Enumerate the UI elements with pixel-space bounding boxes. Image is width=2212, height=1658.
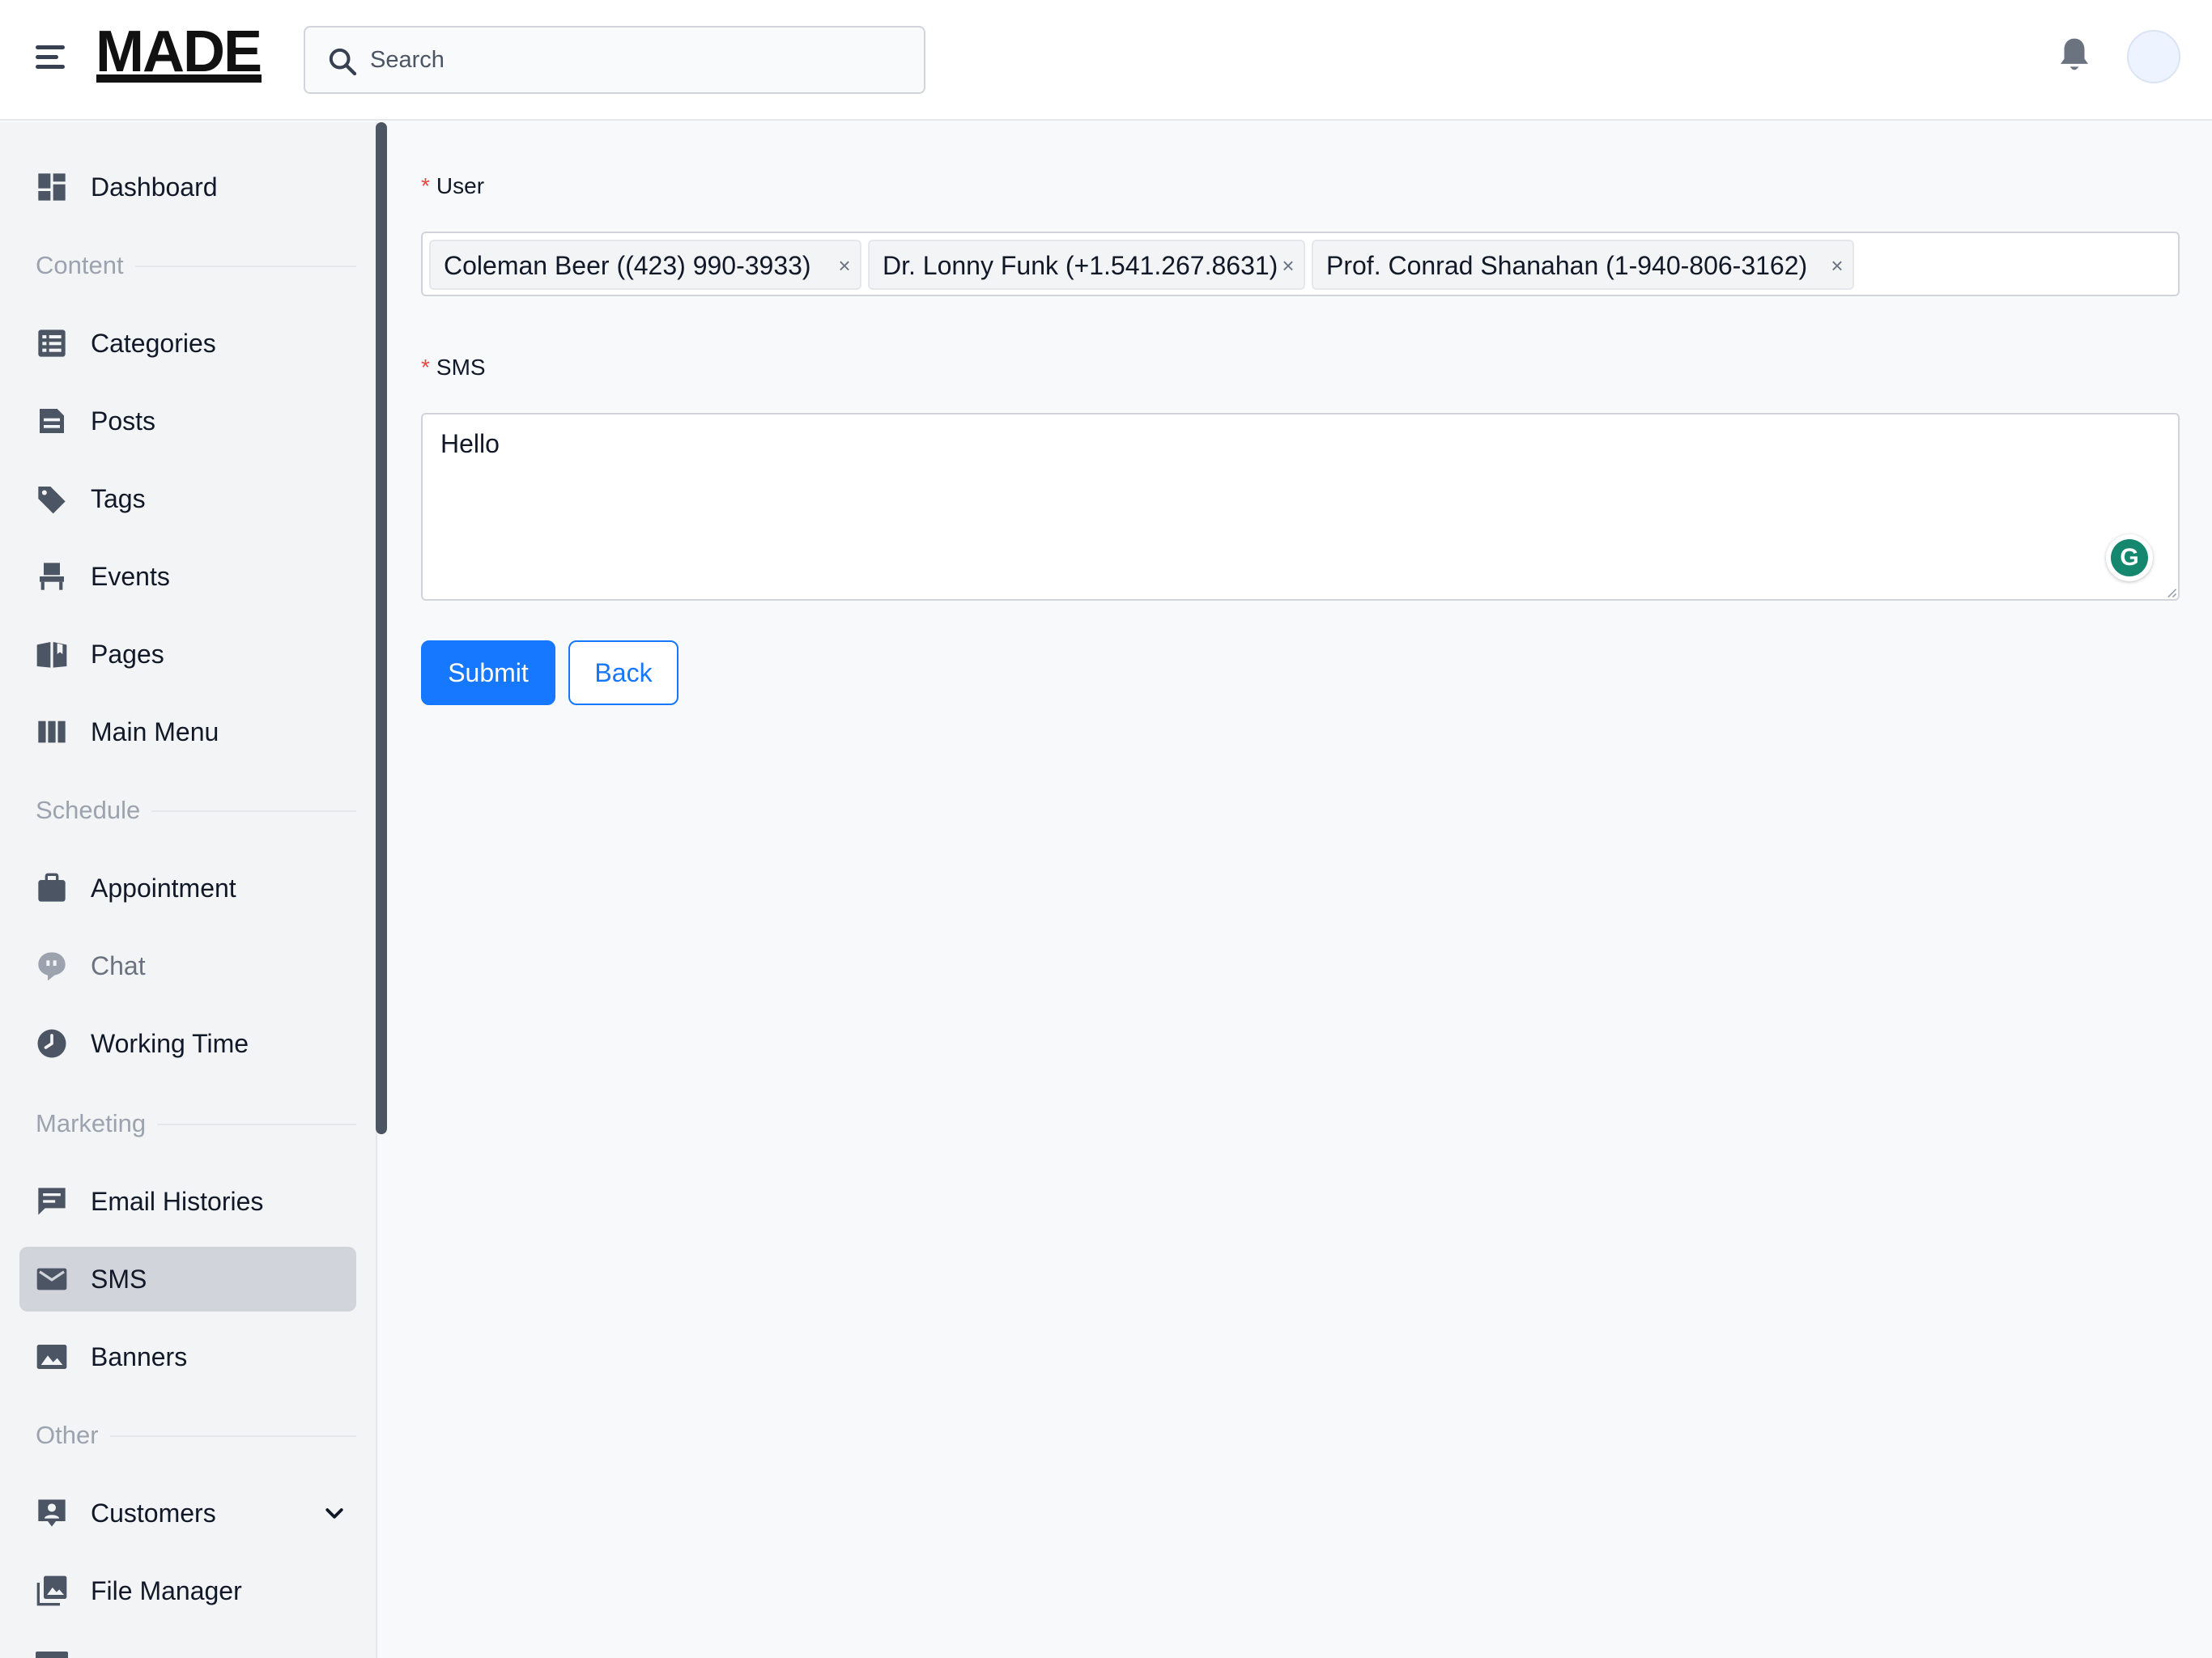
sidebar-item-label: Events xyxy=(91,562,170,591)
section-label: Marketing xyxy=(36,1107,158,1140)
image-icon xyxy=(36,1345,67,1369)
clock-icon xyxy=(37,1029,66,1058)
top-header: MADE xyxy=(0,0,2212,121)
section-schedule: Schedule xyxy=(36,794,356,827)
sidebar-item-partial xyxy=(36,1652,68,1658)
sidebar-scrollbar[interactable] xyxy=(376,122,387,1134)
sidebar-item-label: Pages xyxy=(91,640,164,669)
selected-user-tag: Prof. Conrad Shanahan (1-940-806-3162) × xyxy=(1312,240,1854,290)
section-marketing: Marketing xyxy=(36,1107,356,1140)
sidebar-item-label: Appointment xyxy=(91,874,236,903)
sidebar-item-file-manager[interactable]: File Manager xyxy=(19,1558,356,1623)
selected-user-tag: Coleman Beer ((423) 990-3933) × xyxy=(429,240,861,290)
sidebar-item-label: Dashboard xyxy=(91,172,218,202)
message-icon xyxy=(38,1188,66,1215)
sidebar-item-events[interactable]: Events xyxy=(19,544,356,609)
chair-icon xyxy=(40,563,64,590)
sidebar-item-tags[interactable]: Tags xyxy=(19,466,356,531)
sidebar-item-appointment[interactable]: Appointment xyxy=(19,856,356,920)
section-content: Content xyxy=(36,249,356,282)
sidebar-item-label: Main Menu xyxy=(91,717,219,746)
grammarly-button[interactable]: G xyxy=(2106,534,2153,581)
tag-remove-icon[interactable]: × xyxy=(1828,241,1846,290)
selected-user-tag: Dr. Lonny Funk (+1.541.267.8631) × xyxy=(868,240,1305,290)
sidebar-item-label: Email Histories xyxy=(91,1187,264,1216)
columns-icon xyxy=(38,721,66,743)
contact-icon xyxy=(38,1499,66,1527)
user-avatar[interactable] xyxy=(2127,30,2180,83)
section-label: Schedule xyxy=(36,794,152,827)
search-box[interactable] xyxy=(304,26,925,94)
section-other: Other xyxy=(36,1419,356,1452)
sidebar-item-label: File Manager xyxy=(91,1576,242,1605)
sms-field-label: * SMS xyxy=(421,355,486,380)
back-button[interactable]: Back xyxy=(568,640,678,705)
section-label: Other xyxy=(36,1419,110,1452)
sidebar-item-dashboard[interactable]: Dashboard xyxy=(19,155,356,219)
tag-label: Coleman Beer ((423) 990-3933) xyxy=(444,251,811,280)
logo-underline xyxy=(96,74,262,83)
sidebar-item-pages[interactable]: Pages xyxy=(19,622,356,687)
resize-grip-icon[interactable] xyxy=(2166,587,2177,598)
grammarly-icon: G xyxy=(2111,539,2148,576)
sidebar-item-label: Tags xyxy=(91,484,146,513)
search-icon xyxy=(329,48,357,76)
search-input[interactable] xyxy=(370,29,904,91)
section-label: Content xyxy=(36,249,135,282)
user-select[interactable]: Coleman Beer ((423) 990-3933) × Dr. Lonn… xyxy=(421,232,2180,296)
sidebar-item-label: Chat xyxy=(91,951,146,980)
sidebar-item-chat[interactable]: Chat xyxy=(19,933,356,998)
envelope-icon xyxy=(36,1268,67,1290)
sidebar-item-label: SMS xyxy=(91,1265,147,1294)
sidebar-item-sms[interactable]: SMS xyxy=(19,1247,356,1312)
tag-remove-icon[interactable]: × xyxy=(1279,241,1297,290)
tag-icon xyxy=(38,487,66,514)
list-icon xyxy=(38,329,66,357)
post-icon xyxy=(40,409,64,433)
sidebar-item-label: Working Time xyxy=(91,1029,249,1058)
dashboard-icon xyxy=(38,173,66,201)
sidebar-item-label: Posts xyxy=(91,406,156,436)
sidebar-item-banners[interactable]: Banners xyxy=(19,1324,356,1389)
sidebar-item-customers[interactable]: Customers xyxy=(19,1481,356,1545)
sms-textarea[interactable]: Hello xyxy=(421,413,2180,601)
submit-button[interactable]: Submit xyxy=(421,640,555,705)
tag-label: Prof. Conrad Shanahan (1-940-806-3162) xyxy=(1326,251,1808,280)
user-label-text: User xyxy=(436,173,485,198)
briefcase-icon xyxy=(38,873,66,902)
sidebar: Dashboard Content Categories Posts Tags xyxy=(0,122,377,1658)
book-icon xyxy=(36,642,67,668)
user-field-label: * User xyxy=(421,173,484,199)
sidebar-item-posts[interactable]: Posts xyxy=(19,389,356,453)
required-mark: * xyxy=(421,173,430,198)
sidebar-item-label: Banners xyxy=(91,1342,188,1371)
chat-icon xyxy=(38,952,66,981)
sidebar-item-email-histories[interactable]: Email Histories xyxy=(19,1169,356,1234)
tag-label: Dr. Lonny Funk (+1.541.267.8631) xyxy=(883,251,1278,280)
sidebar-item-label: Categories xyxy=(91,329,216,358)
notification-bell-icon[interactable] xyxy=(2057,36,2092,76)
sidebar-item-main-menu[interactable]: Main Menu xyxy=(19,699,356,764)
tag-remove-icon[interactable]: × xyxy=(836,241,853,290)
menu-toggle-icon[interactable] xyxy=(36,42,68,71)
chevron-down-icon[interactable] xyxy=(322,1502,347,1526)
sidebar-item-working-time[interactable]: Working Time xyxy=(19,1011,356,1076)
sidebar-item-label: Customers xyxy=(91,1499,216,1528)
sms-label-text: SMS xyxy=(436,355,486,380)
sidebar-item-categories[interactable]: Categories xyxy=(19,311,356,376)
required-mark: * xyxy=(421,355,430,380)
photo-library-icon xyxy=(36,1575,67,1606)
